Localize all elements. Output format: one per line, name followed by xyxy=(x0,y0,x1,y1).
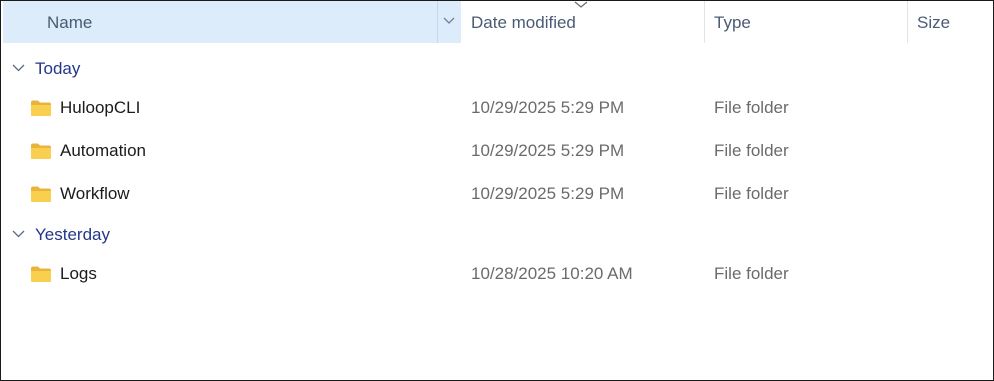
file-row-huloopcli[interactable]: HuloopCLI 10/29/2025 5:29 PM File folder xyxy=(1,89,993,127)
group-header-today[interactable]: Today xyxy=(1,55,461,83)
folder-icon xyxy=(31,186,51,202)
column-filter-dropdown[interactable] xyxy=(437,1,461,43)
file-row-workflow[interactable]: Workflow 10/29/2025 5:29 PM File folder xyxy=(1,175,993,213)
file-name[interactable]: Automation xyxy=(60,132,146,170)
file-type: File folder xyxy=(714,184,789,203)
group-label: Today xyxy=(35,59,81,78)
column-header-size[interactable]: Size xyxy=(908,1,993,43)
column-header-name-label: Name xyxy=(47,13,93,32)
file-date-modified: 10/29/2025 5:29 PM xyxy=(471,184,625,203)
file-name[interactable]: Logs xyxy=(60,255,97,293)
group-header-yesterday[interactable]: Yesterday xyxy=(1,221,461,249)
file-date-modified: 10/29/2025 5:29 PM xyxy=(471,98,625,117)
chevron-down-icon[interactable] xyxy=(12,64,25,72)
file-type: File folder xyxy=(714,141,789,160)
file-date-modified: 10/28/2025 10:20 AM xyxy=(471,264,633,283)
file-type: File folder xyxy=(714,98,789,117)
column-header-size-label: Size xyxy=(917,13,951,32)
column-header-date-modified[interactable]: Date modified xyxy=(461,1,705,43)
file-date-modified: 10/29/2025 5:29 PM xyxy=(471,141,625,160)
folder-icon xyxy=(31,266,51,282)
file-name[interactable]: HuloopCLI xyxy=(60,89,140,127)
sort-descending-icon xyxy=(574,1,588,8)
column-header-date-label: Date modified xyxy=(471,13,576,32)
file-name[interactable]: Workflow xyxy=(60,175,130,213)
folder-icon xyxy=(31,100,51,116)
column-header-name[interactable]: Name xyxy=(3,1,461,43)
file-list-view: Name Date modified Type Size Today Huloo… xyxy=(0,0,994,381)
file-row-automation[interactable]: Automation 10/29/2025 5:29 PM File folde… xyxy=(1,132,993,170)
column-header-type-label: Type xyxy=(714,13,751,32)
column-header-row: Name Date modified Type Size xyxy=(1,1,993,43)
folder-icon xyxy=(31,143,51,159)
file-type: File folder xyxy=(714,264,789,283)
group-label: Yesterday xyxy=(35,225,110,244)
column-header-type[interactable]: Type xyxy=(705,1,908,43)
chevron-down-icon xyxy=(443,17,455,24)
file-row-logs[interactable]: Logs 10/28/2025 10:20 AM File folder xyxy=(1,255,993,293)
chevron-down-icon[interactable] xyxy=(12,230,25,238)
